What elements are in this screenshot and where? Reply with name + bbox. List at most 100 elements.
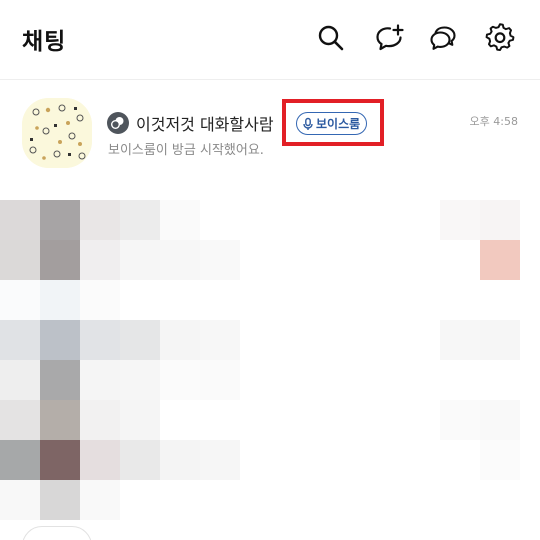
mosaic-tile: [240, 440, 280, 480]
mosaic-tile: [0, 400, 40, 440]
gear-icon: [485, 23, 515, 52]
mosaic-tile: [40, 240, 80, 280]
mosaic-tile: [280, 320, 320, 360]
mosaic-tile: [0, 200, 40, 240]
mosaic-tile: [520, 240, 540, 280]
mosaic-tile: [40, 200, 80, 240]
mosaic-tile: [40, 280, 80, 320]
mosaic-tile: [120, 360, 160, 400]
mosaic-tile: [360, 400, 400, 440]
mosaic-tile: [480, 200, 520, 240]
mosaic-tile: [360, 240, 400, 280]
mosaic-tile: [440, 240, 480, 280]
mosaic-tile: [80, 400, 120, 440]
mosaic-tile: [400, 480, 440, 520]
mosaic-tile: [280, 440, 320, 480]
mosaic-tile: [360, 320, 400, 360]
mosaic-tile: [280, 240, 320, 280]
new-chat-button[interactable]: [373, 22, 405, 54]
mosaic-tile: [520, 320, 540, 360]
next-chat-avatar: [22, 526, 92, 540]
voice-room-badge[interactable]: 보이스룸: [296, 112, 368, 135]
mosaic-tile: [440, 360, 480, 400]
mosaic-tile: [160, 400, 200, 440]
microphone-icon: [303, 117, 313, 130]
mosaic-tile: [120, 480, 160, 520]
mosaic-tile: [200, 440, 240, 480]
open-chat-button[interactable]: [427, 22, 459, 54]
mosaic-tile: [400, 400, 440, 440]
mosaic-tile: [200, 320, 240, 360]
mosaic-tile: [40, 360, 80, 400]
mosaic-tile: [120, 280, 160, 320]
mosaic-tile: [0, 440, 40, 480]
mosaic-tile: [320, 360, 360, 400]
mosaic-tile: [120, 440, 160, 480]
mosaic-tile: [240, 240, 280, 280]
chat-list-item[interactable]: 이것저것 대화할사람 보이스룸 오후 4:58 보이스룸이 방금 시작했어요.: [0, 85, 540, 185]
mosaic-tile: [400, 360, 440, 400]
header: 채팅: [0, 0, 540, 78]
mosaic-tile: [320, 280, 360, 320]
mosaic-tile: [280, 280, 320, 320]
mosaic-tile: [160, 200, 200, 240]
mosaic-tile: [80, 240, 120, 280]
mosaic-tile: [80, 480, 120, 520]
mosaic-tile: [240, 320, 280, 360]
mosaic-tile: [0, 240, 40, 280]
mosaic-tile: [80, 280, 120, 320]
mosaic-tile: [440, 320, 480, 360]
mosaic-tile: [520, 360, 540, 400]
mosaic-tile: [200, 400, 240, 440]
mosaic-tile: [40, 400, 80, 440]
mosaic-tile: [200, 480, 240, 520]
chat-timestamp: 오후 4:58: [469, 115, 518, 128]
voice-room-badge-label: 보이스룸: [316, 117, 361, 131]
open-chat-icon: [430, 26, 456, 50]
mosaic-tile: [160, 480, 200, 520]
mosaic-tile: [120, 400, 160, 440]
new-chat-icon: [376, 24, 404, 51]
mosaic-tile: [200, 280, 240, 320]
last-message-preview: 보이스룸이 방금 시작했어요.: [108, 143, 264, 158]
mosaic-tile: [0, 480, 40, 520]
mosaic-tile: [320, 240, 360, 280]
mosaic-tile: [520, 280, 540, 320]
mosaic-tile: [320, 480, 360, 520]
mosaic-tile: [400, 200, 440, 240]
mosaic-tile: [160, 320, 200, 360]
mosaic-tile: [80, 320, 120, 360]
mosaic-tile: [440, 400, 480, 440]
mosaic-tile: [240, 200, 280, 240]
mosaic-tile: [520, 400, 540, 440]
mosaic-tile: [440, 480, 480, 520]
search-button[interactable]: [315, 22, 347, 54]
mosaic-tile: [480, 400, 520, 440]
mosaic-tile: [520, 200, 540, 240]
mosaic-tile: [280, 400, 320, 440]
mosaic-tile: [400, 280, 440, 320]
settings-button[interactable]: [484, 22, 516, 54]
mosaic-tile: [40, 480, 80, 520]
mosaic-tile: [480, 360, 520, 400]
mosaic-tile: [360, 200, 400, 240]
mosaic-tile: [360, 480, 400, 520]
mosaic-tile: [440, 200, 480, 240]
mosaic-tile: [480, 440, 520, 480]
mosaic-tile: [480, 480, 520, 520]
mosaic-tile: [240, 360, 280, 400]
mosaic-tile: [200, 360, 240, 400]
mosaic-tile: [320, 320, 360, 360]
mosaic-tile: [80, 200, 120, 240]
search-icon: [318, 25, 344, 51]
chat-room-name: 이것저것 대화할사람: [136, 115, 274, 134]
mosaic-tile: [240, 400, 280, 440]
mosaic-tile: [480, 320, 520, 360]
mosaic-tile: [200, 240, 240, 280]
header-divider: [0, 79, 540, 80]
chat-room-avatar: [22, 98, 92, 168]
mosaic-tile: [320, 400, 360, 440]
mosaic-tile: [40, 320, 80, 360]
mosaic-tile: [240, 480, 280, 520]
mosaic-tile: [440, 440, 480, 480]
